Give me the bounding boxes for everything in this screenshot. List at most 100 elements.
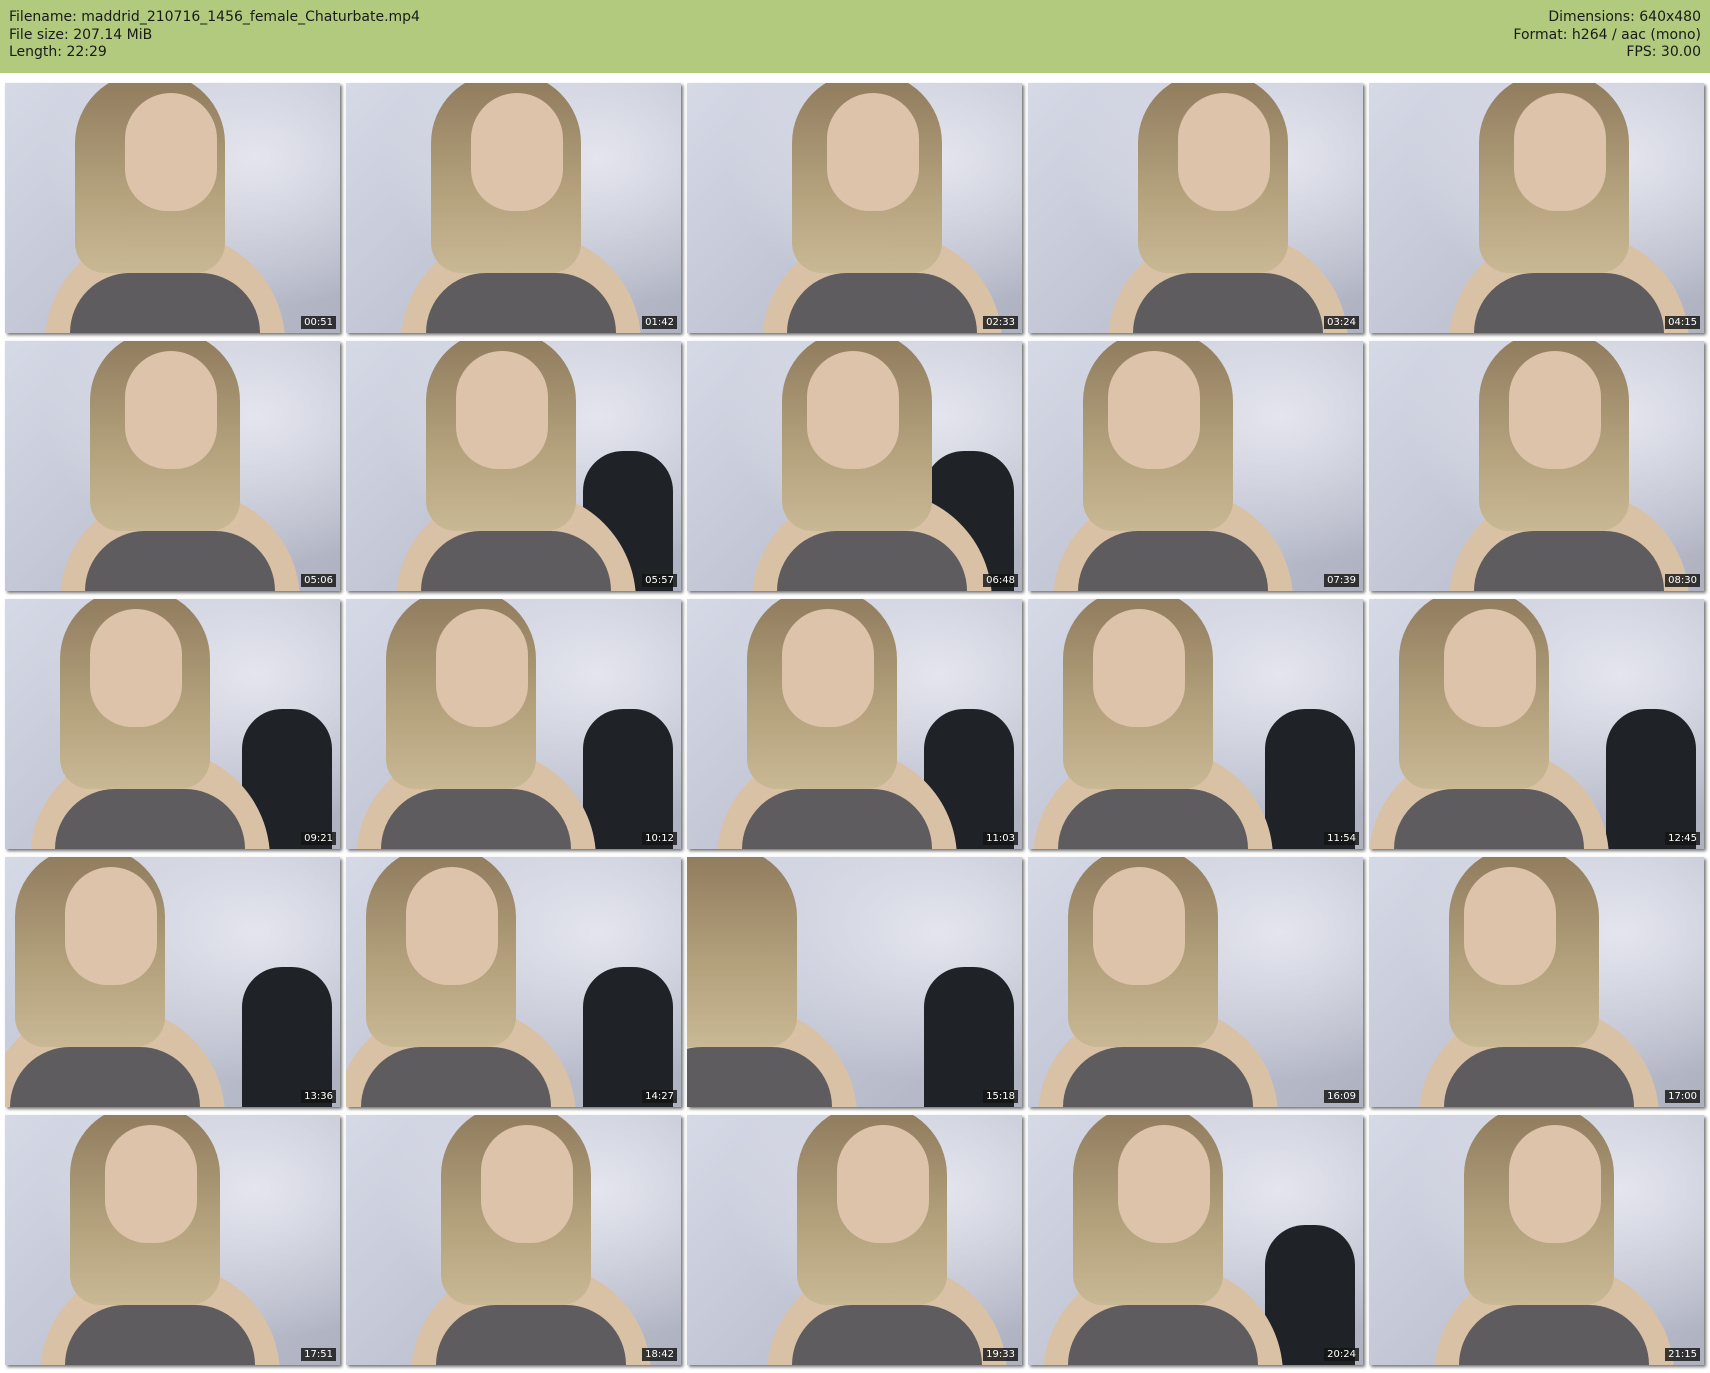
figure-face — [1509, 351, 1601, 469]
figure-top — [1068, 1305, 1258, 1365]
timestamp-label: 19:33 — [983, 1348, 1018, 1361]
dimensions-text: Dimensions: 640x480 — [1548, 9, 1701, 25]
figure-face — [1093, 867, 1185, 985]
timestamp-label: 17:00 — [1665, 1090, 1700, 1103]
thumbnail-frame: 03:24 — [1028, 83, 1363, 333]
timestamp-label: 07:39 — [1324, 574, 1359, 587]
file-info-right: Dimensions: 640x480 Format: h264 / aac (… — [1513, 9, 1701, 62]
figure-top — [742, 789, 932, 849]
filename-text: Filename: maddrid_210716_1456_female_Cha… — [9, 9, 420, 25]
fps-text: FPS: 30.00 — [1626, 44, 1701, 60]
figure-top — [361, 1047, 551, 1107]
timestamp-label: 00:51 — [301, 316, 336, 329]
figure-face — [1118, 1125, 1210, 1243]
timestamp-label: 16:09 — [1324, 1090, 1359, 1103]
thumbnail-frame: 10:12 — [346, 599, 681, 849]
timestamp-label: 12:45 — [1665, 832, 1700, 845]
figure-face — [1108, 351, 1200, 469]
figure-top — [1058, 789, 1248, 849]
thumbnail-frame: 15:18 — [687, 857, 1022, 1107]
figure-face — [782, 609, 874, 727]
thumbnail-frame: 04:15 — [1369, 83, 1704, 333]
figure-top — [1459, 1305, 1649, 1365]
figure-face — [1509, 1125, 1601, 1243]
figure-face — [1464, 867, 1556, 985]
thumbnail-frame: 01:42 — [346, 83, 681, 333]
thumbnail-frame: 11:54 — [1028, 599, 1363, 849]
thumbnail-frame: 00:51 — [5, 83, 340, 333]
figure-top — [85, 531, 275, 591]
thumbnail-frame: 18:42 — [346, 1115, 681, 1365]
figure-top — [1474, 273, 1664, 333]
timestamp-label: 18:42 — [642, 1348, 677, 1361]
figure-top — [1394, 789, 1584, 849]
thumbnail-frame: 07:39 — [1028, 341, 1363, 591]
thumbnail-frame: 08:30 — [1369, 341, 1704, 591]
thumbnail-frame: 02:33 — [687, 83, 1022, 333]
figure-top — [1133, 273, 1323, 333]
figure-top — [421, 531, 611, 591]
figure-top — [1444, 1047, 1634, 1107]
figure-top — [381, 789, 571, 849]
timestamp-label: 20:24 — [1324, 1348, 1359, 1361]
timestamp-label: 17:51 — [301, 1348, 336, 1361]
info-header: Filename: maddrid_210716_1456_female_Cha… — [0, 0, 1710, 73]
thumbnail-frame: 13:36 — [5, 857, 340, 1107]
thumbnail-frame: 16:09 — [1028, 857, 1363, 1107]
figure-top — [65, 1305, 255, 1365]
figure-face — [807, 351, 899, 469]
figure-face — [436, 609, 528, 727]
figure-face — [65, 867, 157, 985]
timestamp-label: 06:48 — [983, 574, 1018, 587]
timestamp-label: 11:54 — [1324, 832, 1359, 845]
timestamp-label: 13:36 — [301, 1090, 336, 1103]
figure-top — [436, 1305, 626, 1365]
timestamp-label: 02:33 — [983, 316, 1018, 329]
figure-face — [837, 1125, 929, 1243]
chair-shape — [583, 709, 673, 849]
timestamp-label: 21:15 — [1665, 1348, 1700, 1361]
thumbnail-frame: 14:27 — [346, 857, 681, 1107]
timestamp-label: 10:12 — [642, 832, 677, 845]
thumbnail-frame: 09:21 — [5, 599, 340, 849]
figure-face — [125, 93, 217, 211]
timestamp-label: 14:27 — [642, 1090, 677, 1103]
chair-shape — [924, 967, 1014, 1107]
timestamp-label: 09:21 — [301, 832, 336, 845]
figure-top — [787, 273, 977, 333]
figure-face — [827, 93, 919, 211]
figure-hair — [687, 857, 797, 1047]
thumbnail-frame: 21:15 — [1369, 1115, 1704, 1365]
figure-face — [456, 351, 548, 469]
figure-top — [1063, 1047, 1253, 1107]
length-text: Length: 22:29 — [9, 44, 107, 60]
figure-top — [426, 273, 616, 333]
thumbnail-frame: 05:06 — [5, 341, 340, 591]
figure-top — [70, 273, 260, 333]
figure-top — [55, 789, 245, 849]
timestamp-label: 05:06 — [301, 574, 336, 587]
figure-face — [90, 609, 182, 727]
timestamp-label: 04:15 — [1665, 316, 1700, 329]
figure-top — [1474, 531, 1664, 591]
figure-face — [481, 1125, 573, 1243]
figure-face — [105, 1125, 197, 1243]
format-text: Format: h264 / aac (mono) — [1513, 26, 1701, 43]
filesize-text: File size: 207.14 MiB — [9, 26, 153, 43]
timestamp-label: 11:03 — [983, 832, 1018, 845]
figure-top — [777, 531, 967, 591]
figure-face — [1444, 609, 1536, 727]
thumbnail-frame: 06:48 — [687, 341, 1022, 591]
chair-shape — [1606, 709, 1696, 849]
figure-face — [1178, 93, 1270, 211]
timestamp-label: 15:18 — [983, 1090, 1018, 1103]
figure-face — [406, 867, 498, 985]
thumbnail-frame: 11:03 — [687, 599, 1022, 849]
figure-top — [10, 1047, 200, 1107]
chair-shape — [242, 967, 332, 1107]
timestamp-label: 03:24 — [1324, 316, 1359, 329]
thumbnail-frame: 17:51 — [5, 1115, 340, 1365]
file-info-left: Filename: maddrid_210716_1456_female_Cha… — [9, 9, 420, 62]
timestamp-label: 05:57 — [642, 574, 677, 587]
figure-face — [1093, 609, 1185, 727]
